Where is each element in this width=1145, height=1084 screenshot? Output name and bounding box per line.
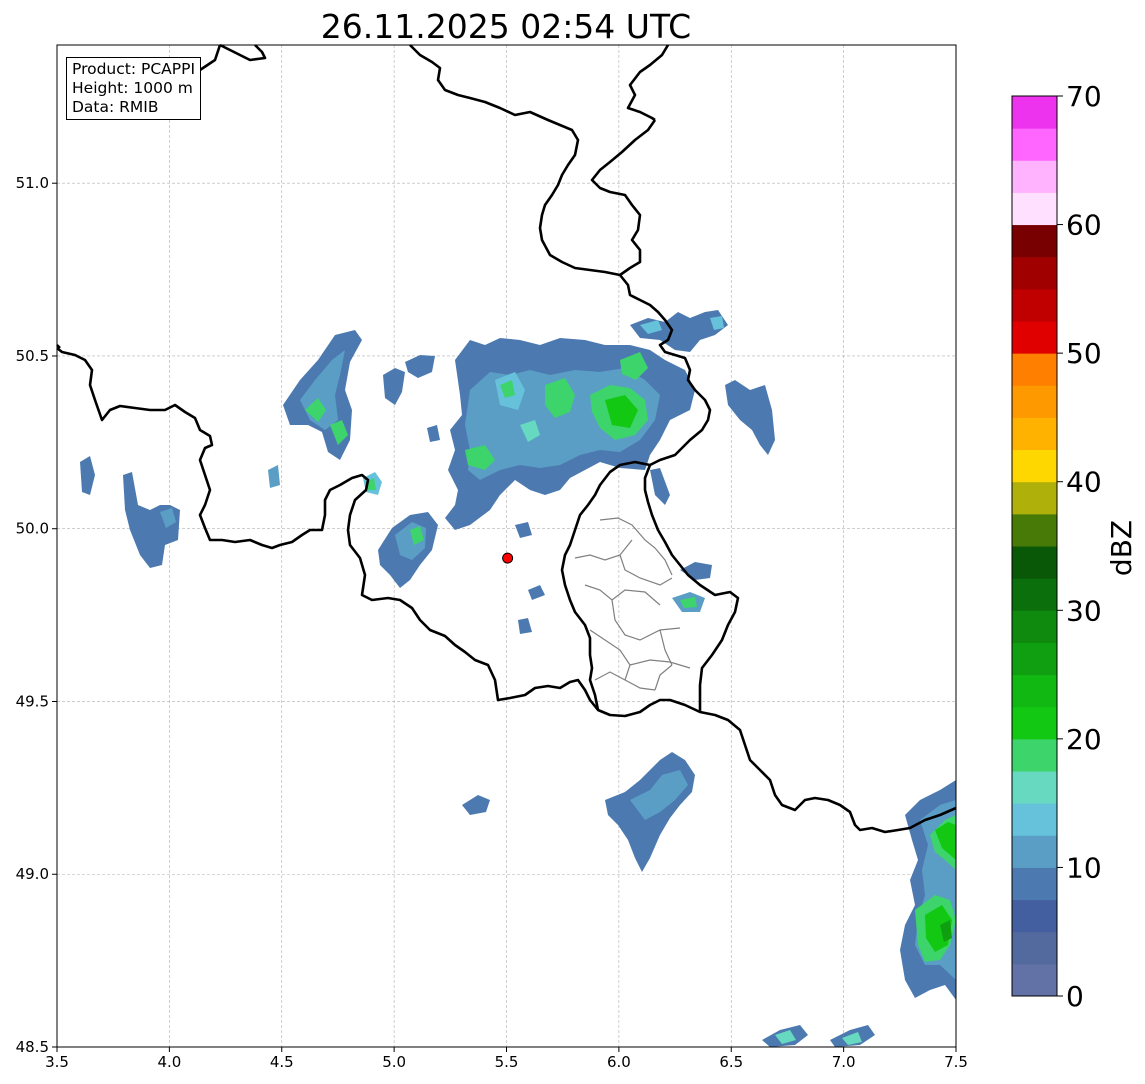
colorbar-segment bbox=[1012, 513, 1057, 547]
y-tick-label: 51.0 bbox=[16, 174, 49, 192]
colorbar-segment bbox=[1012, 578, 1057, 611]
colorbar-segment bbox=[1012, 899, 1057, 933]
y-tick-label: 49.0 bbox=[16, 865, 49, 883]
colorbar-segment bbox=[1012, 867, 1057, 901]
radar-map-figure: 26.11.2025 02:54 UTC 3.5 4.0 4.5 5.0 5.5… bbox=[16, 7, 1138, 1071]
colorbar-tick-label: 0 bbox=[1066, 980, 1084, 1013]
colorbar-tick-label: 50 bbox=[1066, 337, 1102, 370]
colorbar-segment bbox=[1012, 835, 1057, 868]
colorbar-segment bbox=[1012, 481, 1057, 515]
x-axis: 3.5 4.0 4.5 5.0 5.5 6.0 6.5 7.0 7.5 bbox=[45, 1047, 968, 1071]
colorbar-label: dBZ bbox=[1105, 520, 1138, 576]
colorbar-segment bbox=[1012, 417, 1057, 451]
radar-site-marker bbox=[502, 552, 514, 564]
y-tick-label: 50.0 bbox=[16, 520, 49, 538]
info-data-source: Data: RMIB bbox=[72, 98, 159, 116]
colorbar-tick-label: 60 bbox=[1066, 209, 1102, 242]
colorbar-segment bbox=[1012, 449, 1057, 483]
colorbar-segment bbox=[1012, 674, 1057, 708]
colorbar: 0 10 20 30 40 50 60 70 bbox=[1011, 80, 1102, 1013]
x-tick-label: 5.0 bbox=[382, 1053, 406, 1071]
colorbar-segment bbox=[1012, 546, 1057, 579]
colorbar-segment bbox=[1012, 288, 1057, 322]
colorbar-segment bbox=[1012, 353, 1057, 386]
colorbar-segment bbox=[1012, 385, 1057, 418]
y-tick-label: 49.5 bbox=[16, 692, 49, 710]
colorbar-segment bbox=[1012, 931, 1057, 965]
info-product: Product: PCAPPI bbox=[72, 60, 196, 78]
colorbar-segment bbox=[1012, 160, 1057, 193]
colorbar-tick-label: 10 bbox=[1066, 851, 1102, 884]
colorbar-segment bbox=[1012, 642, 1057, 676]
x-tick-label: 6.0 bbox=[607, 1053, 631, 1071]
x-tick-label: 6.5 bbox=[719, 1053, 743, 1071]
map-area bbox=[56, 43, 957, 1048]
colorbar-segment bbox=[1012, 610, 1057, 643]
colorbar-tick-label: 70 bbox=[1066, 80, 1102, 113]
y-tick-label: 48.5 bbox=[16, 1038, 49, 1056]
map-title: 26.11.2025 02:54 UTC bbox=[321, 7, 691, 46]
colorbar-segment bbox=[1012, 224, 1057, 258]
x-tick-label: 7.5 bbox=[944, 1053, 968, 1071]
colorbar-segment bbox=[1012, 96, 1057, 129]
colorbar-segment bbox=[1012, 963, 1057, 997]
colorbar-tick-label: 40 bbox=[1066, 466, 1102, 499]
colorbar-tick-label: 30 bbox=[1066, 594, 1102, 627]
colorbar-segment bbox=[1012, 803, 1057, 836]
colorbar-segment bbox=[1012, 128, 1057, 161]
colorbar-segment bbox=[1012, 771, 1057, 804]
colorbar-segment bbox=[1012, 192, 1057, 226]
x-tick-label: 4.5 bbox=[270, 1053, 294, 1071]
colorbar-tick-label: 20 bbox=[1066, 723, 1102, 756]
x-tick-label: 5.5 bbox=[495, 1053, 519, 1071]
product-info-box: Product: PCAPPI Height: 1000 m Data: RMI… bbox=[66, 57, 202, 120]
colorbar-segment bbox=[1012, 321, 1057, 354]
x-tick-label: 4.0 bbox=[157, 1053, 181, 1071]
colorbar-segment bbox=[1012, 256, 1057, 290]
y-tick-label: 50.5 bbox=[16, 347, 49, 365]
colorbar-segment bbox=[1012, 738, 1057, 772]
info-height: Height: 1000 m bbox=[72, 79, 193, 97]
colorbar-segment bbox=[1012, 706, 1057, 740]
y-axis: 48.5 49.0 49.5 50.0 50.5 51.0 bbox=[16, 174, 57, 1056]
x-tick-label: 7.0 bbox=[832, 1053, 856, 1071]
